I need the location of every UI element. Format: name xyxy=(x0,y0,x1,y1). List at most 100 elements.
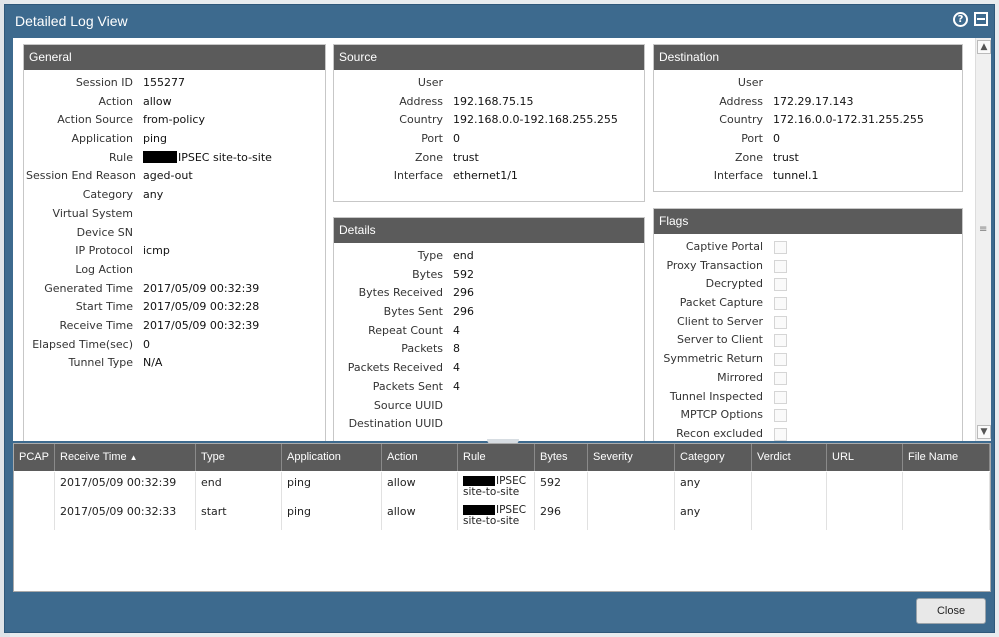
column-header-pcap[interactable]: PCAP xyxy=(14,444,55,471)
rule-text-line2: site-to-site xyxy=(463,486,520,498)
column-header-type[interactable]: Type xyxy=(196,444,282,471)
details-row: Packets Sent 4 xyxy=(334,378,644,397)
destination-field-value: trust xyxy=(773,149,799,168)
flag-checkbox[interactable] xyxy=(774,409,787,423)
column-header-label: File Name xyxy=(908,451,959,463)
flag-label: Tunnel Inspected xyxy=(669,389,763,403)
cell-text: allow xyxy=(387,476,416,489)
general-field-label: Session ID xyxy=(75,76,133,89)
details-value-text: 4 xyxy=(453,361,460,375)
details-value-text: 296 xyxy=(453,286,474,300)
flag-checkbox[interactable] xyxy=(774,259,787,273)
source-field-value: 0 xyxy=(453,130,460,149)
destination-field-label: Country xyxy=(719,113,763,127)
flag-label: Proxy Transaction xyxy=(666,258,763,272)
table-cell-bytes: 592 xyxy=(535,472,588,501)
close-button[interactable]: Close xyxy=(916,598,986,624)
flag-checkbox[interactable] xyxy=(774,371,787,385)
table-header: PCAP Receive Time ▲ Type Application Action Ru… xyxy=(14,444,990,471)
flag-checkbox[interactable] xyxy=(774,278,787,292)
general-row: Start Time 2017/05/09 00:32:28 xyxy=(24,298,325,317)
source-value-text: 192.168.0.0-192.168.255.255 xyxy=(453,113,618,127)
table-cell-application: ping xyxy=(282,501,382,530)
column-header-label: URL xyxy=(832,451,855,463)
column-header-file-name[interactable]: File Name xyxy=(903,444,990,471)
flag-checkbox[interactable] xyxy=(774,353,787,367)
flag-label: Captive Portal xyxy=(685,240,763,253)
table-cell-verdict xyxy=(752,472,827,501)
details-row: Destination UUID xyxy=(334,415,644,434)
details-row: Packets 8 xyxy=(334,340,644,359)
general-field-label: Receive Time xyxy=(59,318,133,332)
cell-text: 296 xyxy=(540,505,561,518)
column-header-application[interactable]: Application xyxy=(282,444,382,471)
general-value-text: any xyxy=(143,188,164,202)
general-row: Elapsed Time(sec) 0 xyxy=(24,336,325,355)
details-field-label: Packets Sent xyxy=(372,379,443,393)
redacted-block xyxy=(143,150,177,163)
table-cell-file-name xyxy=(903,472,990,501)
source-field-value: trust xyxy=(453,149,479,168)
table-cell-receive-time: 2017/05/09 00:32:33 xyxy=(55,501,196,530)
source-value-text: trust xyxy=(453,150,479,164)
table-cell-severity xyxy=(588,472,675,501)
details-field-label: Bytes Received xyxy=(358,286,443,300)
details-field-label: Bytes xyxy=(412,267,443,281)
cell-text: start xyxy=(201,505,227,518)
column-header-receive-time[interactable]: Receive Time ▲ xyxy=(55,444,196,471)
details-field-label: Destination UUID xyxy=(348,417,443,431)
scroll-grip-icon[interactable]: ≡ xyxy=(979,225,989,235)
destination-value-text: 172.29.17.143 xyxy=(773,94,854,108)
flag-checkbox[interactable] xyxy=(774,334,787,348)
flag-checkbox[interactable] xyxy=(774,427,787,441)
details-row: Type end xyxy=(334,247,644,266)
table-cell-category: any xyxy=(675,472,752,501)
destination-field-label: Zone xyxy=(734,150,763,164)
flag-row: Packet Capture xyxy=(654,294,962,313)
column-header-category[interactable]: Category xyxy=(675,444,752,471)
flag-label: MPTCP Options xyxy=(680,408,763,422)
sort-ascending-icon: ▲ xyxy=(129,453,138,462)
details-field-value: 296 xyxy=(453,303,474,322)
destination-panel: Destination User Address 172.29.17.143 Coun… xyxy=(653,44,963,192)
column-header-bytes[interactable]: Bytes xyxy=(535,444,588,471)
source-field-label: Country xyxy=(399,113,443,127)
column-header-url[interactable]: URL xyxy=(827,444,903,471)
column-header-rule[interactable]: Rule xyxy=(458,444,535,471)
maximize-icon[interactable] xyxy=(974,12,988,26)
general-field-label: Elapsed Time(sec) xyxy=(32,337,133,351)
flag-label: Packet Capture xyxy=(679,296,763,310)
destination-row: Address 172.29.17.143 xyxy=(654,93,962,112)
general-field-label: Application xyxy=(71,132,133,146)
source-field-label: Zone xyxy=(414,150,443,164)
cell-text: 2017/05/09 00:32:33 xyxy=(60,505,177,518)
source-row: Zone trust xyxy=(334,149,644,168)
help-icon[interactable]: ? xyxy=(953,12,968,27)
scroll-down-icon[interactable]: ▼ xyxy=(977,425,991,439)
flag-checkbox[interactable] xyxy=(774,390,787,404)
content-scrollbar[interactable]: ▲ ≡ ▼ xyxy=(975,38,991,441)
destination-row: User xyxy=(654,74,962,93)
destination-field-value: 172.16.0.0-172.31.255.255 xyxy=(773,111,924,130)
cell-text: 2017/05/09 00:32:39 xyxy=(60,476,177,489)
related-logs-table: PCAP Receive Time ▲ Type Application Action Ru… xyxy=(13,443,991,592)
column-header-verdict[interactable]: Verdict xyxy=(752,444,827,471)
details-field-label: Type xyxy=(417,249,443,262)
scroll-up-icon[interactable]: ▲ xyxy=(977,40,991,54)
destination-fields: User Address 172.29.17.143 Country 172.16.0.… xyxy=(654,70,962,186)
table-row[interactable]: 2017/05/09 00:32:39 end ping allow IPSEC site… xyxy=(14,472,990,501)
table-cell-severity xyxy=(588,501,675,530)
table-row[interactable]: 2017/05/09 00:32:33 start ping allow IPSEC si… xyxy=(14,501,990,530)
details-field-label: Source UUID xyxy=(373,398,443,412)
flag-checkbox[interactable] xyxy=(774,241,787,254)
details-field-value: 4 xyxy=(453,378,460,397)
destination-field-label: Interface xyxy=(713,169,763,183)
flag-checkbox[interactable] xyxy=(774,315,787,329)
column-header-severity[interactable]: Severity xyxy=(588,444,675,471)
source-value-text: 192.168.75.15 xyxy=(453,94,534,108)
flag-checkbox[interactable] xyxy=(774,297,787,311)
general-field-label: Action xyxy=(98,94,133,108)
general-field-value: 2017/05/09 00:32:39 xyxy=(143,280,259,299)
source-fields: User Address 192.168.75.15 Country 192.168.0… xyxy=(334,70,644,186)
column-header-action[interactable]: Action xyxy=(382,444,458,471)
